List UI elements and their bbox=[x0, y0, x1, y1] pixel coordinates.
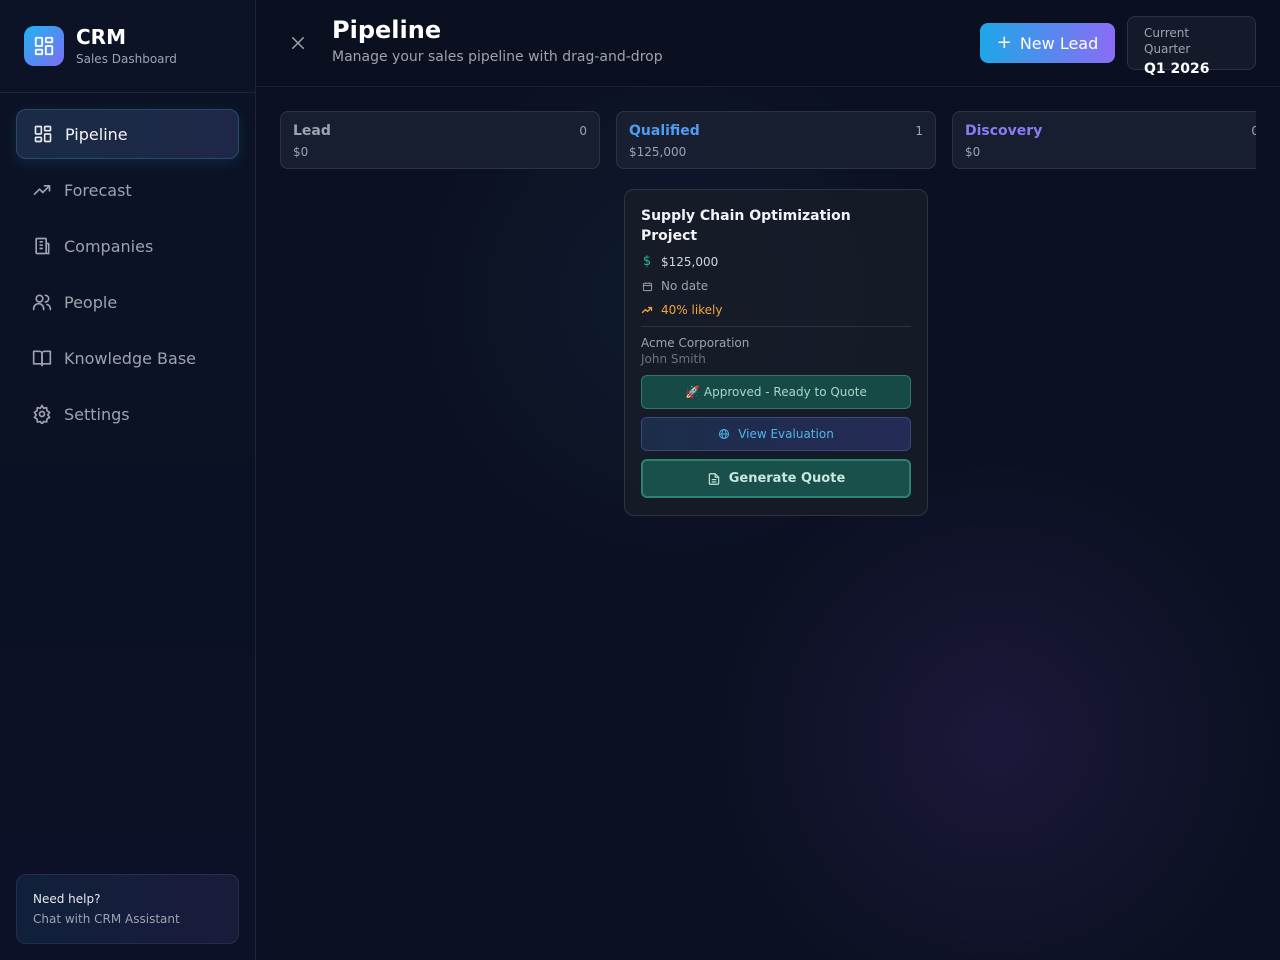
help-title: Need help? bbox=[33, 892, 101, 906]
help-chat-box[interactable]: Need help? Chat with CRM Assistant bbox=[16, 874, 239, 944]
sidebar-item-companies[interactable]: Companies bbox=[16, 221, 239, 271]
quarter-value: Q1 2026 bbox=[1144, 61, 1210, 77]
users-icon bbox=[32, 292, 52, 312]
deal-amount: $125,000 bbox=[661, 255, 719, 269]
generate-quote-label: Generate Quote bbox=[728, 471, 846, 486]
view-evaluation-button[interactable]: View Evaluation bbox=[641, 417, 911, 451]
pipeline-board: Lead $0 0 Qualified $125,000 1 Supply Ch… bbox=[280, 111, 1256, 931]
deal-card[interactable]: Supply Chain Optimization Project $ $125… bbox=[624, 189, 928, 516]
document-icon bbox=[707, 472, 721, 486]
sidebar-item-knowledge-base[interactable]: Knowledge Base bbox=[16, 333, 239, 383]
sidebar-item-label: Companies bbox=[64, 236, 154, 256]
column-count: 0 bbox=[1251, 124, 1256, 138]
close-button[interactable] bbox=[280, 25, 316, 61]
column-amount: $0 bbox=[293, 145, 309, 159]
column-amount: $0 bbox=[965, 145, 981, 159]
trending-up-icon bbox=[641, 304, 653, 316]
column-name: Discovery bbox=[965, 123, 1043, 139]
topbar: Pipeline Manage your sales pipeline with… bbox=[256, 0, 1280, 87]
column-name: Lead bbox=[293, 123, 331, 139]
close-icon bbox=[292, 37, 304, 49]
grid-icon bbox=[33, 124, 53, 144]
brand-title: CRM bbox=[76, 25, 126, 49]
view-evaluation-label: View Evaluation bbox=[738, 427, 834, 441]
generate-quote-button[interactable]: Generate Quote bbox=[641, 459, 911, 498]
column-name: Qualified bbox=[629, 123, 700, 139]
column-qualified: Qualified $125,000 1 Supply Chain Optimi… bbox=[616, 111, 936, 516]
trending-up-icon bbox=[32, 180, 52, 200]
sidebar-item-pipeline[interactable]: Pipeline bbox=[16, 109, 239, 159]
main-content: Pipeline Manage your sales pipeline with… bbox=[256, 0, 1280, 960]
deal-date: No date bbox=[661, 279, 709, 293]
deal-contact: John Smith bbox=[641, 352, 706, 366]
building-icon bbox=[32, 236, 52, 256]
sidebar-item-settings[interactable]: Settings bbox=[16, 389, 239, 439]
sidebar-nav: Pipeline Forecast Companies People Knowl… bbox=[0, 93, 255, 439]
column-count: 0 bbox=[579, 124, 587, 138]
page-title: Pipeline bbox=[332, 16, 442, 44]
column-discovery: Discovery $0 0 bbox=[952, 111, 1256, 169]
column-header: Lead $0 0 bbox=[280, 111, 600, 169]
calendar-icon bbox=[641, 281, 653, 292]
gear-icon bbox=[32, 404, 52, 424]
new-lead-label: New Lead bbox=[1019, 33, 1099, 53]
column-header: Discovery $0 0 bbox=[952, 111, 1256, 169]
sidebar-item-label: Pipeline bbox=[65, 124, 128, 144]
column-count: 1 bbox=[915, 124, 923, 138]
status-badge: 🚀 Approved - Ready to Quote bbox=[641, 375, 911, 409]
sidebar-item-label: Knowledge Base bbox=[64, 348, 196, 368]
column-amount: $125,000 bbox=[629, 145, 687, 159]
current-quarter-selector[interactable]: Current Quarter Q1 2026 bbox=[1127, 16, 1256, 77]
dollar-icon: $ bbox=[642, 254, 652, 269]
deal-title: Supply Chain Optimization Project bbox=[641, 208, 851, 244]
page-subtitle: Manage your sales pipeline with drag-and… bbox=[332, 49, 663, 65]
divider bbox=[641, 326, 911, 327]
sidebar-item-label: Forecast bbox=[64, 180, 132, 200]
globe-icon bbox=[718, 428, 730, 440]
brand-subtitle: Sales Dashboard bbox=[76, 52, 177, 66]
sidebar-item-label: Settings bbox=[64, 404, 130, 424]
new-lead-button[interactable]: + New Lead bbox=[980, 23, 1115, 63]
crm-logo-icon bbox=[24, 26, 64, 66]
sidebar: CRM Sales Dashboard Pipeline Forecast Co… bbox=[0, 0, 256, 960]
sidebar-item-people[interactable]: People bbox=[16, 277, 239, 327]
sidebar-item-forecast[interactable]: Forecast bbox=[16, 165, 239, 215]
column-lead: Lead $0 0 bbox=[280, 111, 600, 169]
app-root: CRM Sales Dashboard Pipeline Forecast Co… bbox=[0, 0, 1280, 960]
plus-icon: + bbox=[996, 32, 1012, 53]
deal-company: Acme Corporation bbox=[641, 336, 750, 350]
book-icon bbox=[32, 348, 52, 368]
deal-likelihood: 40% likely bbox=[661, 303, 723, 317]
sidebar-item-label: People bbox=[64, 292, 118, 312]
help-subtitle: Chat with CRM Assistant bbox=[33, 912, 180, 926]
brand: CRM Sales Dashboard bbox=[0, 0, 255, 93]
column-header: Qualified $125,000 1 bbox=[616, 111, 936, 169]
quarter-label: Current Quarter bbox=[1144, 26, 1191, 56]
